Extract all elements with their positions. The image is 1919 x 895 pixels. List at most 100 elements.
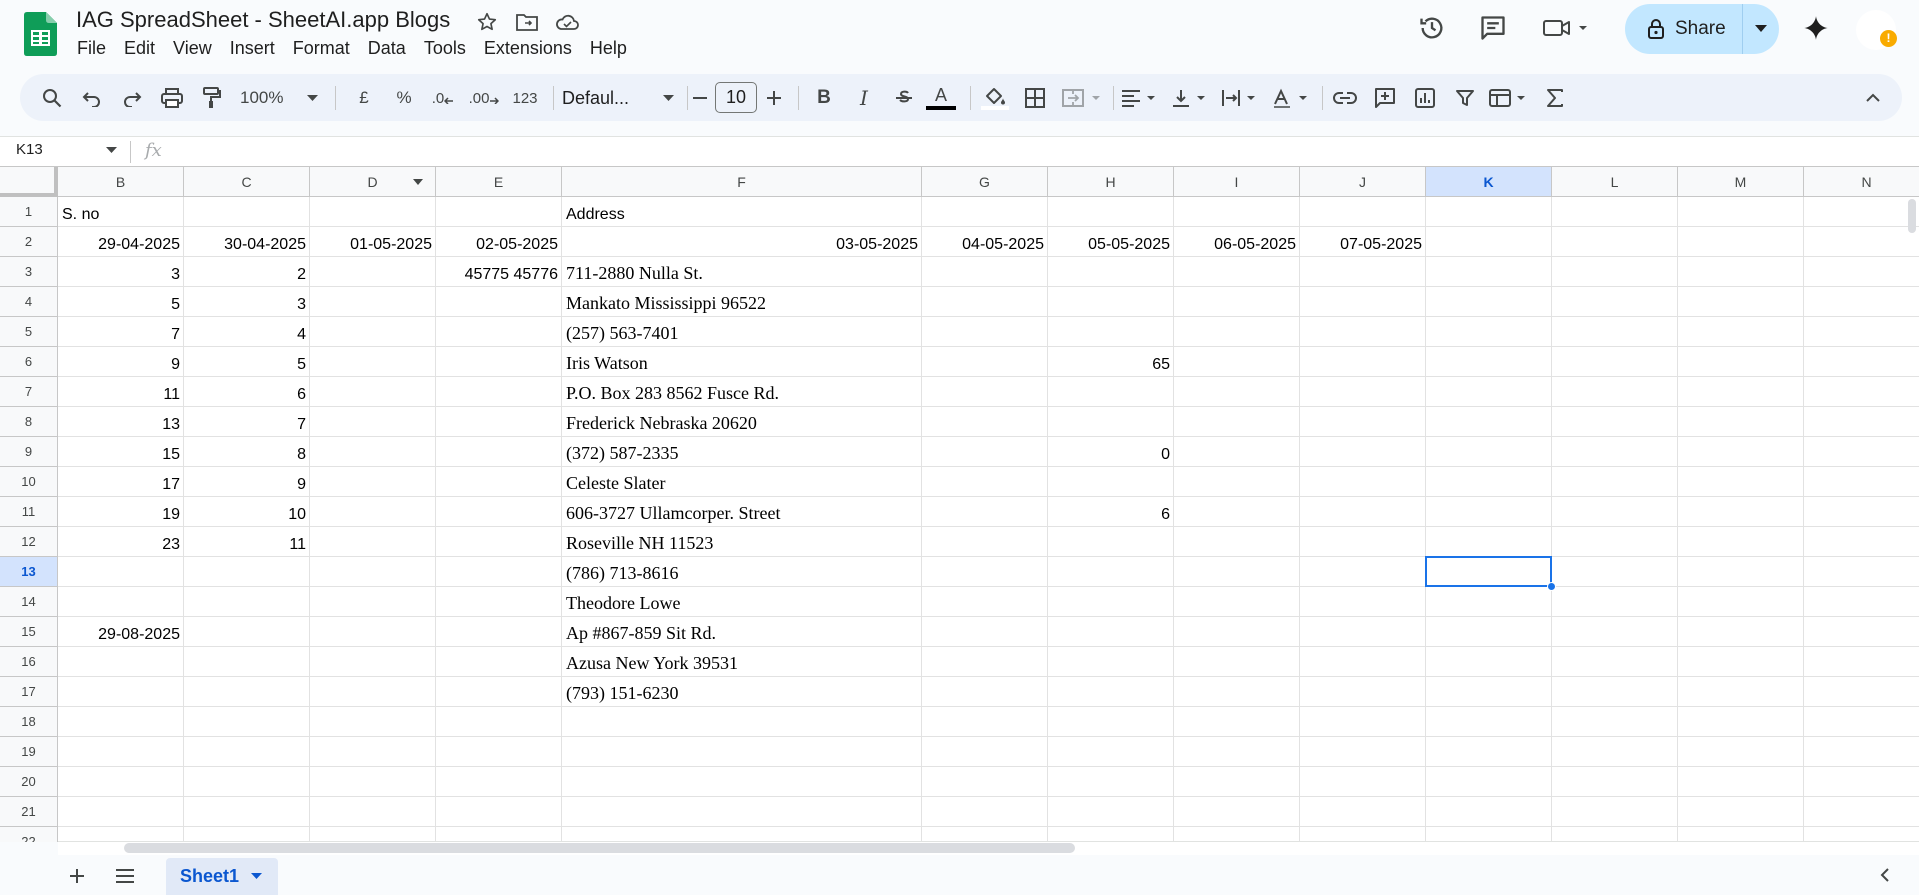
- column-header-k[interactable]: K: [1426, 167, 1552, 197]
- cell-f2[interactable]: 03-05-2025: [562, 227, 922, 257]
- borders-icon[interactable]: [1020, 82, 1050, 114]
- cell-f1[interactable]: Address: [562, 197, 922, 227]
- all-sheets-menu-icon[interactable]: [114, 865, 136, 887]
- add-sheet-icon[interactable]: [66, 865, 88, 887]
- select-all-corner[interactable]: [0, 167, 58, 197]
- cell-c6[interactable]: 5: [184, 347, 310, 377]
- row-header-21[interactable]: 21: [0, 797, 58, 827]
- column-header-j[interactable]: J: [1300, 167, 1426, 197]
- comments-icon[interactable]: [1473, 12, 1513, 44]
- insert-comment-icon[interactable]: [1370, 82, 1400, 114]
- caret-down-icon[interactable]: [106, 147, 117, 154]
- paint-format-icon[interactable]: [198, 82, 226, 114]
- cell-d2[interactable]: 01-05-2025: [310, 227, 436, 257]
- font-size-input[interactable]: 10: [715, 82, 757, 113]
- row-header-22[interactable]: 22: [0, 827, 58, 842]
- redo-icon[interactable]: [118, 82, 146, 114]
- cell-c10[interactable]: 9: [184, 467, 310, 497]
- column-header-c[interactable]: C: [184, 167, 310, 197]
- italic-button[interactable]: I: [850, 82, 878, 114]
- row-header-17[interactable]: 17: [0, 677, 58, 707]
- menu-insert[interactable]: Insert: [221, 36, 284, 60]
- cell-c3[interactable]: 2: [184, 257, 310, 287]
- row-header-19[interactable]: 19: [0, 737, 58, 767]
- cell-f7[interactable]: P.O. Box 283 8562 Fusce Rd.: [562, 377, 922, 407]
- filter-caret-icon[interactable]: [413, 179, 423, 185]
- insert-chart-icon[interactable]: [1410, 82, 1440, 114]
- column-header-m[interactable]: M: [1678, 167, 1804, 197]
- zoom-select[interactable]: 100%: [240, 82, 318, 114]
- filter-icon[interactable]: [1450, 82, 1480, 114]
- column-header-f[interactable]: F: [562, 167, 922, 197]
- cell-b4[interactable]: 5: [58, 287, 184, 317]
- row-header-1[interactable]: 1: [0, 197, 58, 227]
- row-header-2[interactable]: 2: [0, 227, 58, 257]
- cell-b9[interactable]: 15: [58, 437, 184, 467]
- row-header-8[interactable]: 8: [0, 407, 58, 437]
- sheets-logo-icon[interactable]: [24, 12, 57, 56]
- row-header-15[interactable]: 15: [0, 617, 58, 647]
- column-header-n[interactable]: N: [1804, 167, 1919, 197]
- decrease-decimal-button[interactable]: .0: [425, 82, 461, 114]
- print-icon[interactable]: [158, 82, 186, 114]
- column-header-b[interactable]: B: [58, 167, 184, 197]
- column-header-e[interactable]: E: [436, 167, 562, 197]
- cell-b2[interactable]: 29-04-2025: [58, 227, 184, 257]
- cell-b15[interactable]: 29-08-2025: [58, 617, 184, 647]
- version-history-icon[interactable]: [1412, 12, 1452, 44]
- selected-cell-k13[interactable]: [1425, 556, 1552, 587]
- row-header-6[interactable]: 6: [0, 347, 58, 377]
- share-options-button[interactable]: [1743, 4, 1779, 54]
- cell-e3[interactable]: 45775 45776: [436, 257, 562, 287]
- sheet-tab-sheet1[interactable]: Sheet1: [166, 858, 278, 895]
- row-header-12[interactable]: 12: [0, 527, 58, 557]
- gemini-sparkle-icon[interactable]: [1796, 12, 1836, 44]
- cell-f9[interactable]: (372) 587-2335: [562, 437, 922, 467]
- cell-f15[interactable]: Ap #867-859 Sit Rd.: [562, 617, 922, 647]
- cell-f12[interactable]: Roseville NH 11523: [562, 527, 922, 557]
- row-header-7[interactable]: 7: [0, 377, 58, 407]
- column-header-h[interactable]: H: [1048, 167, 1174, 197]
- functions-icon[interactable]: [1540, 82, 1570, 114]
- cell-h9[interactable]: 0: [1048, 437, 1174, 467]
- cell-b11[interactable]: 19: [58, 497, 184, 527]
- column-header-g[interactable]: G: [922, 167, 1048, 197]
- search-menus-icon[interactable]: [38, 82, 66, 114]
- cell-c11[interactable]: 10: [184, 497, 310, 527]
- cell-b3[interactable]: 3: [58, 257, 184, 287]
- cell-f4[interactable]: Mankato Mississippi 96522: [562, 287, 922, 317]
- cell-f11[interactable]: 606-3727 Ullamcorper. Street: [562, 497, 922, 527]
- cell-b8[interactable]: 13: [58, 407, 184, 437]
- menu-view[interactable]: View: [164, 36, 221, 60]
- strikethrough-icon[interactable]: [890, 82, 918, 114]
- row-header-4[interactable]: 4: [0, 287, 58, 317]
- menu-file[interactable]: File: [68, 36, 115, 60]
- cell-c8[interactable]: 7: [184, 407, 310, 437]
- cell-b12[interactable]: 23: [58, 527, 184, 557]
- row-header-14[interactable]: 14: [0, 587, 58, 617]
- cell-h11[interactable]: 6: [1048, 497, 1174, 527]
- cell-f17[interactable]: (793) 151-6230: [562, 677, 922, 707]
- bold-button[interactable]: B: [810, 82, 838, 114]
- column-header-i[interactable]: I: [1174, 167, 1300, 197]
- text-wrapping-icon[interactable]: [1220, 82, 1262, 114]
- text-rotation-icon[interactable]: [1270, 82, 1314, 114]
- cell-c2[interactable]: 30-04-2025: [184, 227, 310, 257]
- cell-h6[interactable]: 65: [1048, 347, 1174, 377]
- caret-down-icon[interactable]: [251, 873, 263, 880]
- row-header-18[interactable]: 18: [0, 707, 58, 737]
- row-header-11[interactable]: 11: [0, 497, 58, 527]
- share-main-button[interactable]: Share: [1625, 4, 1743, 54]
- cell-b5[interactable]: 7: [58, 317, 184, 347]
- cloud-saved-icon[interactable]: [554, 9, 580, 35]
- row-header-5[interactable]: 5: [0, 317, 58, 347]
- cell-f16[interactable]: Azusa New York 39531: [562, 647, 922, 677]
- cell-b6[interactable]: 9: [58, 347, 184, 377]
- cell-f14[interactable]: Theodore Lowe: [562, 587, 922, 617]
- fill-color-icon[interactable]: [978, 82, 1012, 114]
- cell-f8[interactable]: Frederick Nebraska 20620: [562, 407, 922, 437]
- cell-c9[interactable]: 8: [184, 437, 310, 467]
- merge-cells-icon[interactable]: [1060, 82, 1106, 114]
- cell-b1[interactable]: S. no: [58, 197, 184, 227]
- row-header-20[interactable]: 20: [0, 767, 58, 797]
